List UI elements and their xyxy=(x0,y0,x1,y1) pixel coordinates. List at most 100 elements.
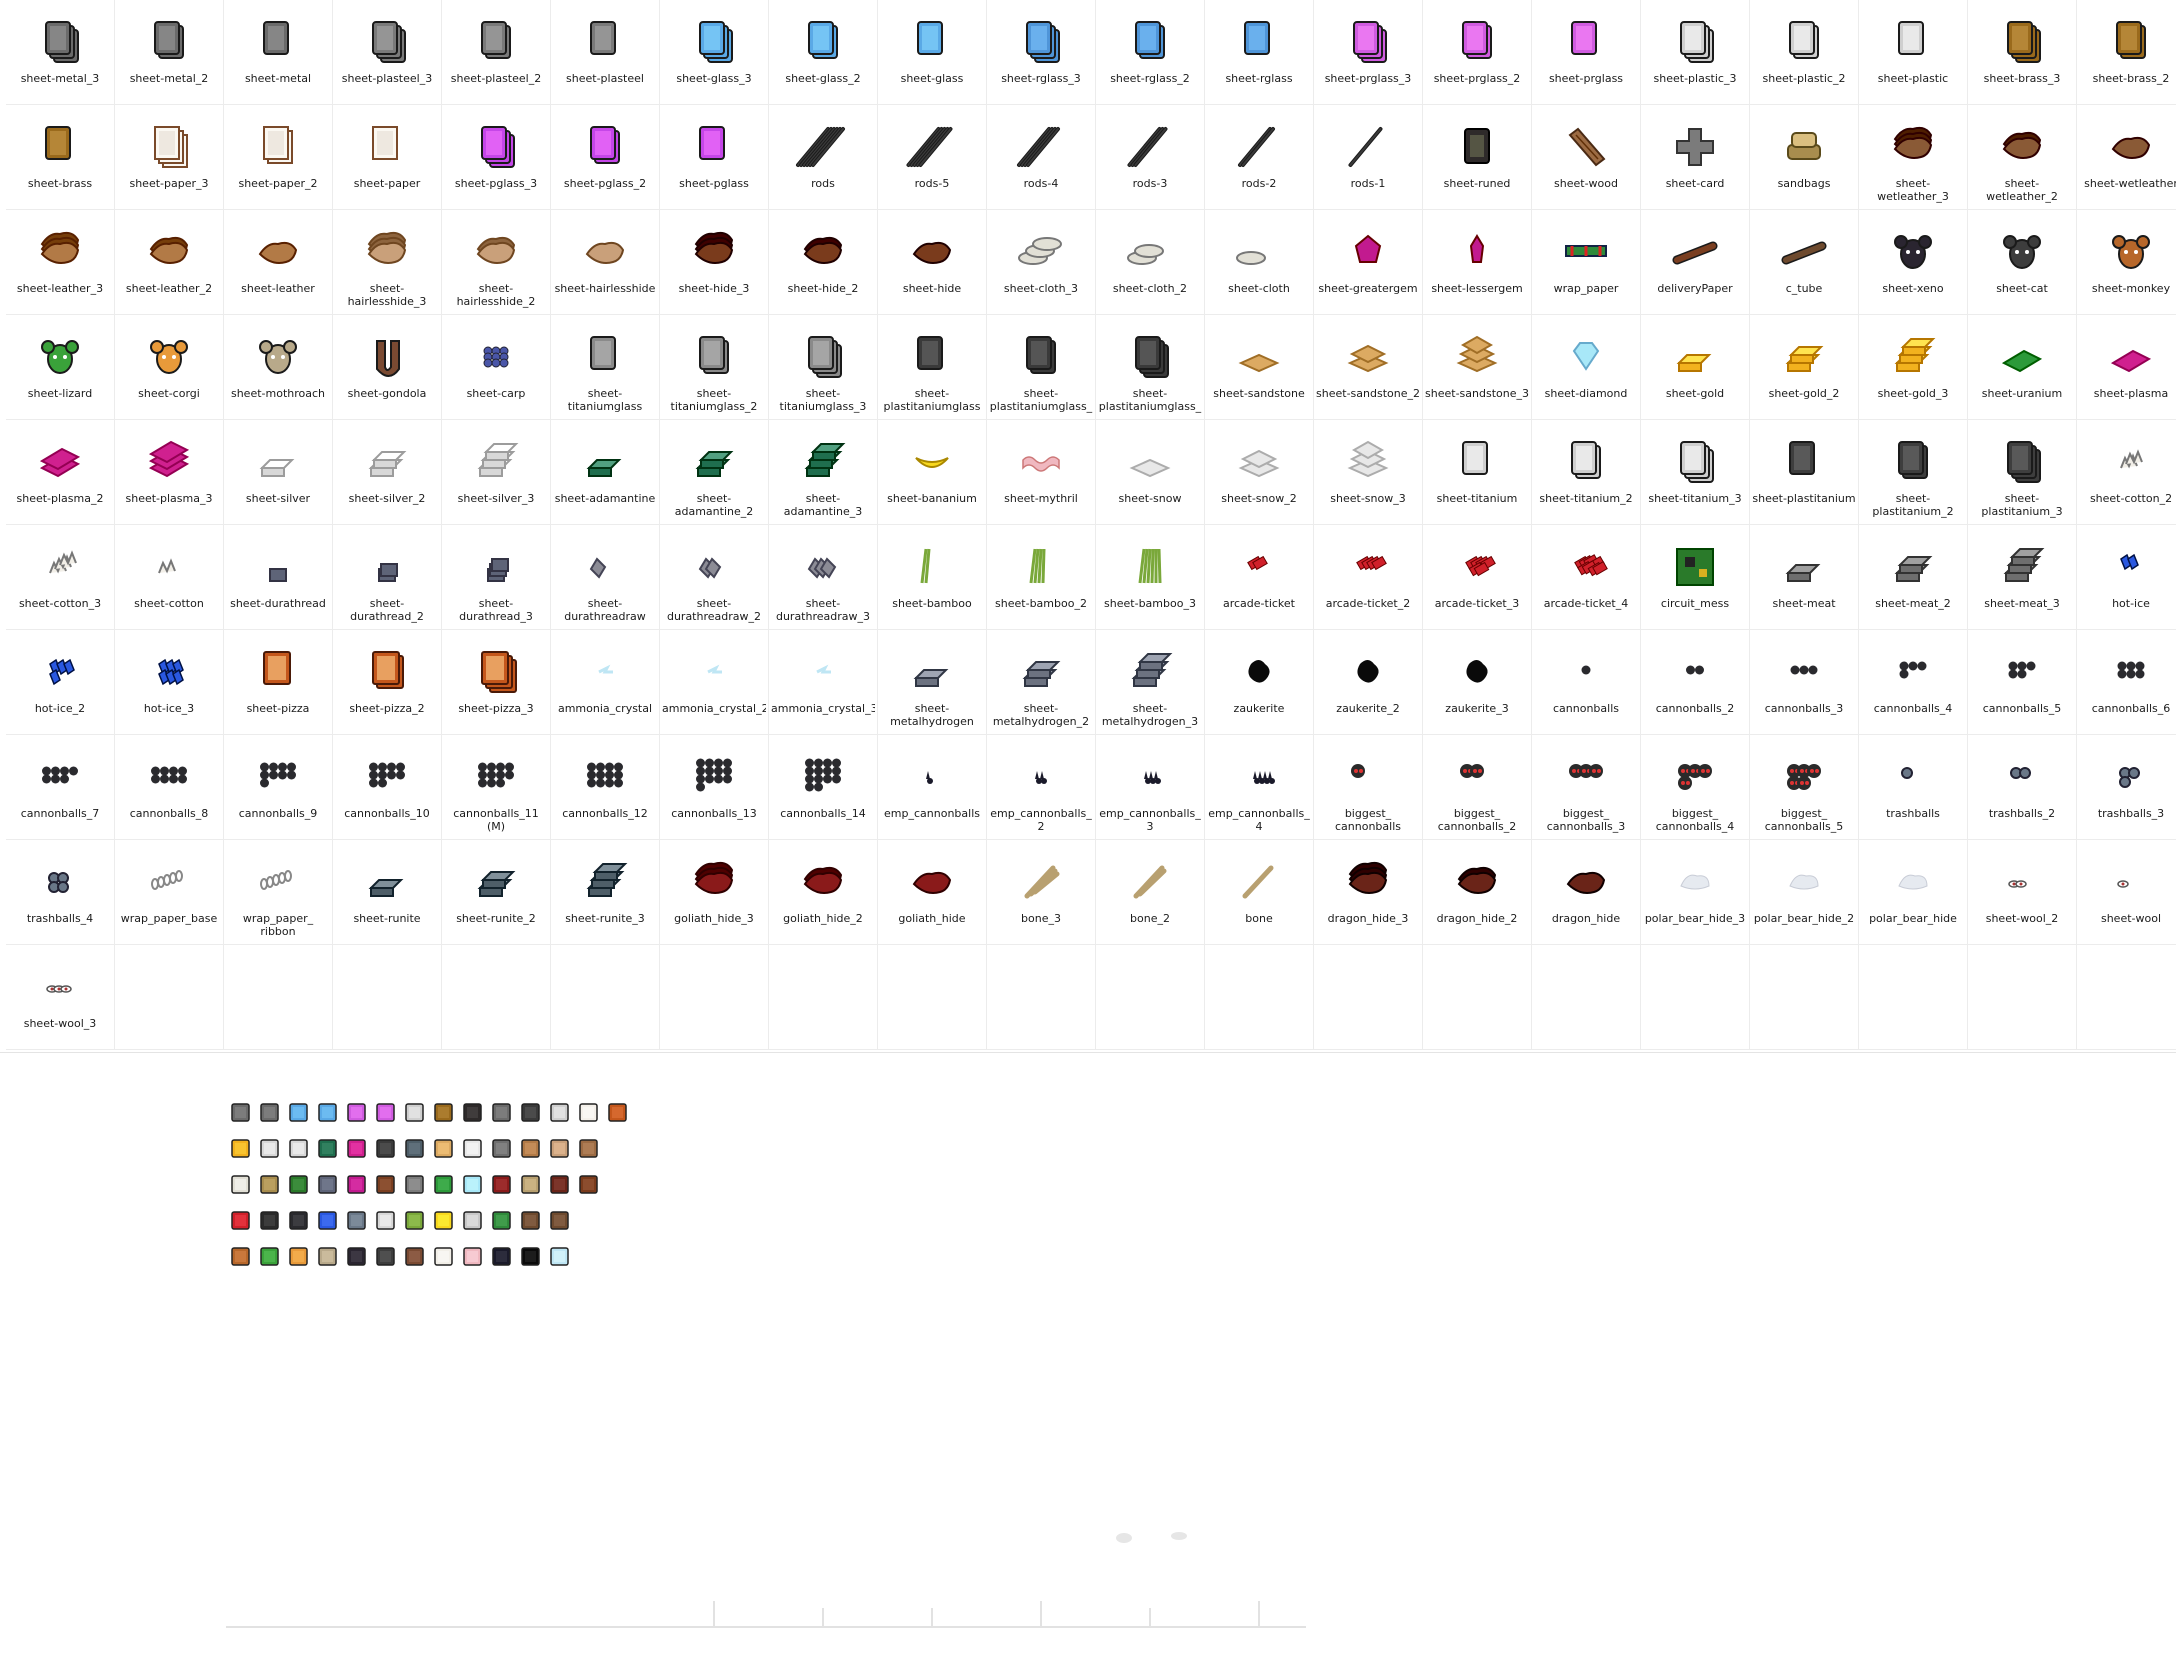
sprite-tile[interactable]: cannonballs_2 xyxy=(1641,630,1750,735)
sprite-tile[interactable]: sheet-titanium_3 xyxy=(1641,420,1750,525)
sprite-tile[interactable]: sheet-bananium xyxy=(878,420,987,525)
sprite-tile[interactable]: emp_cannonballs xyxy=(878,735,987,840)
sprite-tile[interactable]: biggest_ cannonballs_3 xyxy=(1532,735,1641,840)
sprite-tile[interactable]: cannonballs_3 xyxy=(1750,630,1859,735)
sprite-tile[interactable]: sheet-runite xyxy=(333,840,442,945)
sprite-tile[interactable]: zaukerite_3 xyxy=(1423,630,1532,735)
sprite-tile[interactable]: cannonballs_9 xyxy=(224,735,333,840)
sprite-tile[interactable]: sheet-metal_2 xyxy=(115,0,224,105)
sprite-tile[interactable]: zaukerite_2 xyxy=(1314,630,1423,735)
sprite-tile[interactable]: bone_3 xyxy=(987,840,1096,945)
sprite-tile[interactable]: sheet-meat xyxy=(1750,525,1859,630)
sprite-tile[interactable]: sheet-hairlesshide xyxy=(551,210,660,315)
sprite-tile[interactable]: sheet-sandstone_3 xyxy=(1423,315,1532,420)
sprite-tile[interactable]: cannonballs_8 xyxy=(115,735,224,840)
sprite-tile[interactable]: sheet-snow_3 xyxy=(1314,420,1423,525)
sprite-tile[interactable]: biggest_ cannonballs_2 xyxy=(1423,735,1532,840)
sprite-tile[interactable]: sheet-plasteel xyxy=(551,0,660,105)
sprite-tile[interactable]: trashballs_3 xyxy=(2077,735,2176,840)
sprite-tile[interactable]: goliath_hide_3 xyxy=(660,840,769,945)
sprite-tile[interactable]: sheet- titaniumglass_2 xyxy=(660,315,769,420)
sprite-tile[interactable]: cannonballs xyxy=(1532,630,1641,735)
sprite-tile[interactable]: sheet-runite_3 xyxy=(551,840,660,945)
sprite-tile[interactable]: sheet-adamantine xyxy=(551,420,660,525)
sprite-tile[interactable]: sheet- metalhydrogen_2 xyxy=(987,630,1096,735)
sprite-tile[interactable]: cannonballs_12 xyxy=(551,735,660,840)
sprite-tile[interactable]: sheet-plasteel_3 xyxy=(333,0,442,105)
sprite-tile[interactable]: sheet-sandstone xyxy=(1205,315,1314,420)
sprite-tile[interactable]: rods-3 xyxy=(1096,105,1205,210)
sprite-tile[interactable]: goliath_hide xyxy=(878,840,987,945)
sprite-tile[interactable]: hot-ice_2 xyxy=(6,630,115,735)
sprite-tile[interactable]: trashballs_4 xyxy=(6,840,115,945)
sprite-tile[interactable]: sheet-plasteel_2 xyxy=(442,0,551,105)
sprite-tile[interactable]: zaukerite xyxy=(1205,630,1314,735)
sprite-tile[interactable]: biggest_ cannonballs_4 xyxy=(1641,735,1750,840)
sprite-tile[interactable]: hot-ice_3 xyxy=(115,630,224,735)
sprite-tile[interactable]: sheet-card xyxy=(1641,105,1750,210)
sprite-tile[interactable]: sheet-metal_3 xyxy=(6,0,115,105)
sprite-tile[interactable]: sheet- hairlesshide_3 xyxy=(333,210,442,315)
sprite-tile[interactable]: sheet-wetleather xyxy=(2077,105,2176,210)
sprite-tile[interactable]: sheet-prglass_3 xyxy=(1314,0,1423,105)
sprite-tile[interactable]: sheet-silver_3 xyxy=(442,420,551,525)
sprite-tile[interactable]: sheet- metalhydrogen xyxy=(878,630,987,735)
sprite-tile[interactable]: circuit_mess xyxy=(1641,525,1750,630)
sprite-tile[interactable]: sheet- durathread_2 xyxy=(333,525,442,630)
sprite-tile[interactable]: dragon_hide_2 xyxy=(1423,840,1532,945)
sprite-tile[interactable]: sheet-monkey xyxy=(2077,210,2176,315)
sprite-tile[interactable]: sheet-plasma_3 xyxy=(115,420,224,525)
sprite-tile[interactable]: polar_bear_hide_3 xyxy=(1641,840,1750,945)
sprite-tile[interactable]: sheet-corgi xyxy=(115,315,224,420)
sprite-tile[interactable]: sheet-gold_3 xyxy=(1859,315,1968,420)
sprite-tile[interactable]: arcade-ticket xyxy=(1205,525,1314,630)
sprite-tile[interactable]: sheet-cotton_3 xyxy=(6,525,115,630)
sprite-tile[interactable]: sheet-cloth_2 xyxy=(1096,210,1205,315)
sprite-tile[interactable]: sheet-runite_2 xyxy=(442,840,551,945)
sprite-tile[interactable]: sheet- durathread_3 xyxy=(442,525,551,630)
sprite-tile[interactable]: sheet- hairlesshide_2 xyxy=(442,210,551,315)
sprite-tile[interactable]: arcade-ticket_4 xyxy=(1532,525,1641,630)
sprite-tile[interactable]: trashballs xyxy=(1859,735,1968,840)
sprite-tile[interactable]: sheet-paper xyxy=(333,105,442,210)
sprite-tile[interactable]: sheet-prglass xyxy=(1532,0,1641,105)
sprite-tile[interactable]: sheet- plastitanium_3 xyxy=(1968,420,2077,525)
sprite-tile[interactable]: sheet-leather_2 xyxy=(115,210,224,315)
sprite-tile[interactable]: ammonia_crystal xyxy=(551,630,660,735)
sprite-tile[interactable]: rods-1 xyxy=(1314,105,1423,210)
sprite-tile[interactable]: sheet-uranium xyxy=(1968,315,2077,420)
sprite-tile[interactable]: sheet-leather_3 xyxy=(6,210,115,315)
sprite-tile[interactable]: rods-4 xyxy=(987,105,1096,210)
sprite-tile[interactable]: sheet-mothroach xyxy=(224,315,333,420)
sprite-tile[interactable]: sheet-silver xyxy=(224,420,333,525)
sprite-tile[interactable]: sheet-sandstone_2 xyxy=(1314,315,1423,420)
sprite-tile[interactable]: cannonballs_7 xyxy=(6,735,115,840)
sprite-tile[interactable]: sheet-cat xyxy=(1968,210,2077,315)
sprite-tile[interactable]: sheet-wool xyxy=(2077,840,2176,945)
sprite-tile[interactable]: rods-2 xyxy=(1205,105,1314,210)
sprite-tile[interactable]: sheet-plasma_2 xyxy=(6,420,115,525)
sprite-tile[interactable]: sheet-wetleather_2 xyxy=(1968,105,2077,210)
sprite-tile[interactable]: biggest_ cannonballs xyxy=(1314,735,1423,840)
sprite-tile[interactable]: sheet-pizza_3 xyxy=(442,630,551,735)
sprite-tile[interactable]: sheet-brass xyxy=(6,105,115,210)
sprite-tile[interactable]: sheet-titanium xyxy=(1423,420,1532,525)
sprite-tile[interactable]: sheet-wetleather_3 xyxy=(1859,105,1968,210)
sprite-tile[interactable]: sheet-hide_3 xyxy=(660,210,769,315)
sprite-tile[interactable]: sheet-gold xyxy=(1641,315,1750,420)
sprite-tile[interactable]: sheet- adamantine_2 xyxy=(660,420,769,525)
sprite-tile[interactable]: sheet-metal xyxy=(224,0,333,105)
sprite-tile[interactable]: sheet-bamboo_3 xyxy=(1096,525,1205,630)
sprite-tile[interactable]: sheet-leather xyxy=(224,210,333,315)
sprite-tile[interactable]: sheet-wood xyxy=(1532,105,1641,210)
sprite-tile[interactable]: rods-5 xyxy=(878,105,987,210)
sprite-tile[interactable]: sheet-meat_3 xyxy=(1968,525,2077,630)
sprite-tile[interactable]: sheet- plastitanium_2 xyxy=(1859,420,1968,525)
sprite-tile[interactable]: sheet-plastitanium xyxy=(1750,420,1859,525)
sprite-tile[interactable]: sheet- durathreadraw xyxy=(551,525,660,630)
sprite-tile[interactable]: sheet-rglass xyxy=(1205,0,1314,105)
sprite-tile[interactable]: sheet-plastic xyxy=(1859,0,1968,105)
sprite-tile[interactable]: sheet-plastic_3 xyxy=(1641,0,1750,105)
sprite-tile[interactable]: sheet-brass_3 xyxy=(1968,0,2077,105)
sprite-tile[interactable]: polar_bear_hide_2 xyxy=(1750,840,1859,945)
